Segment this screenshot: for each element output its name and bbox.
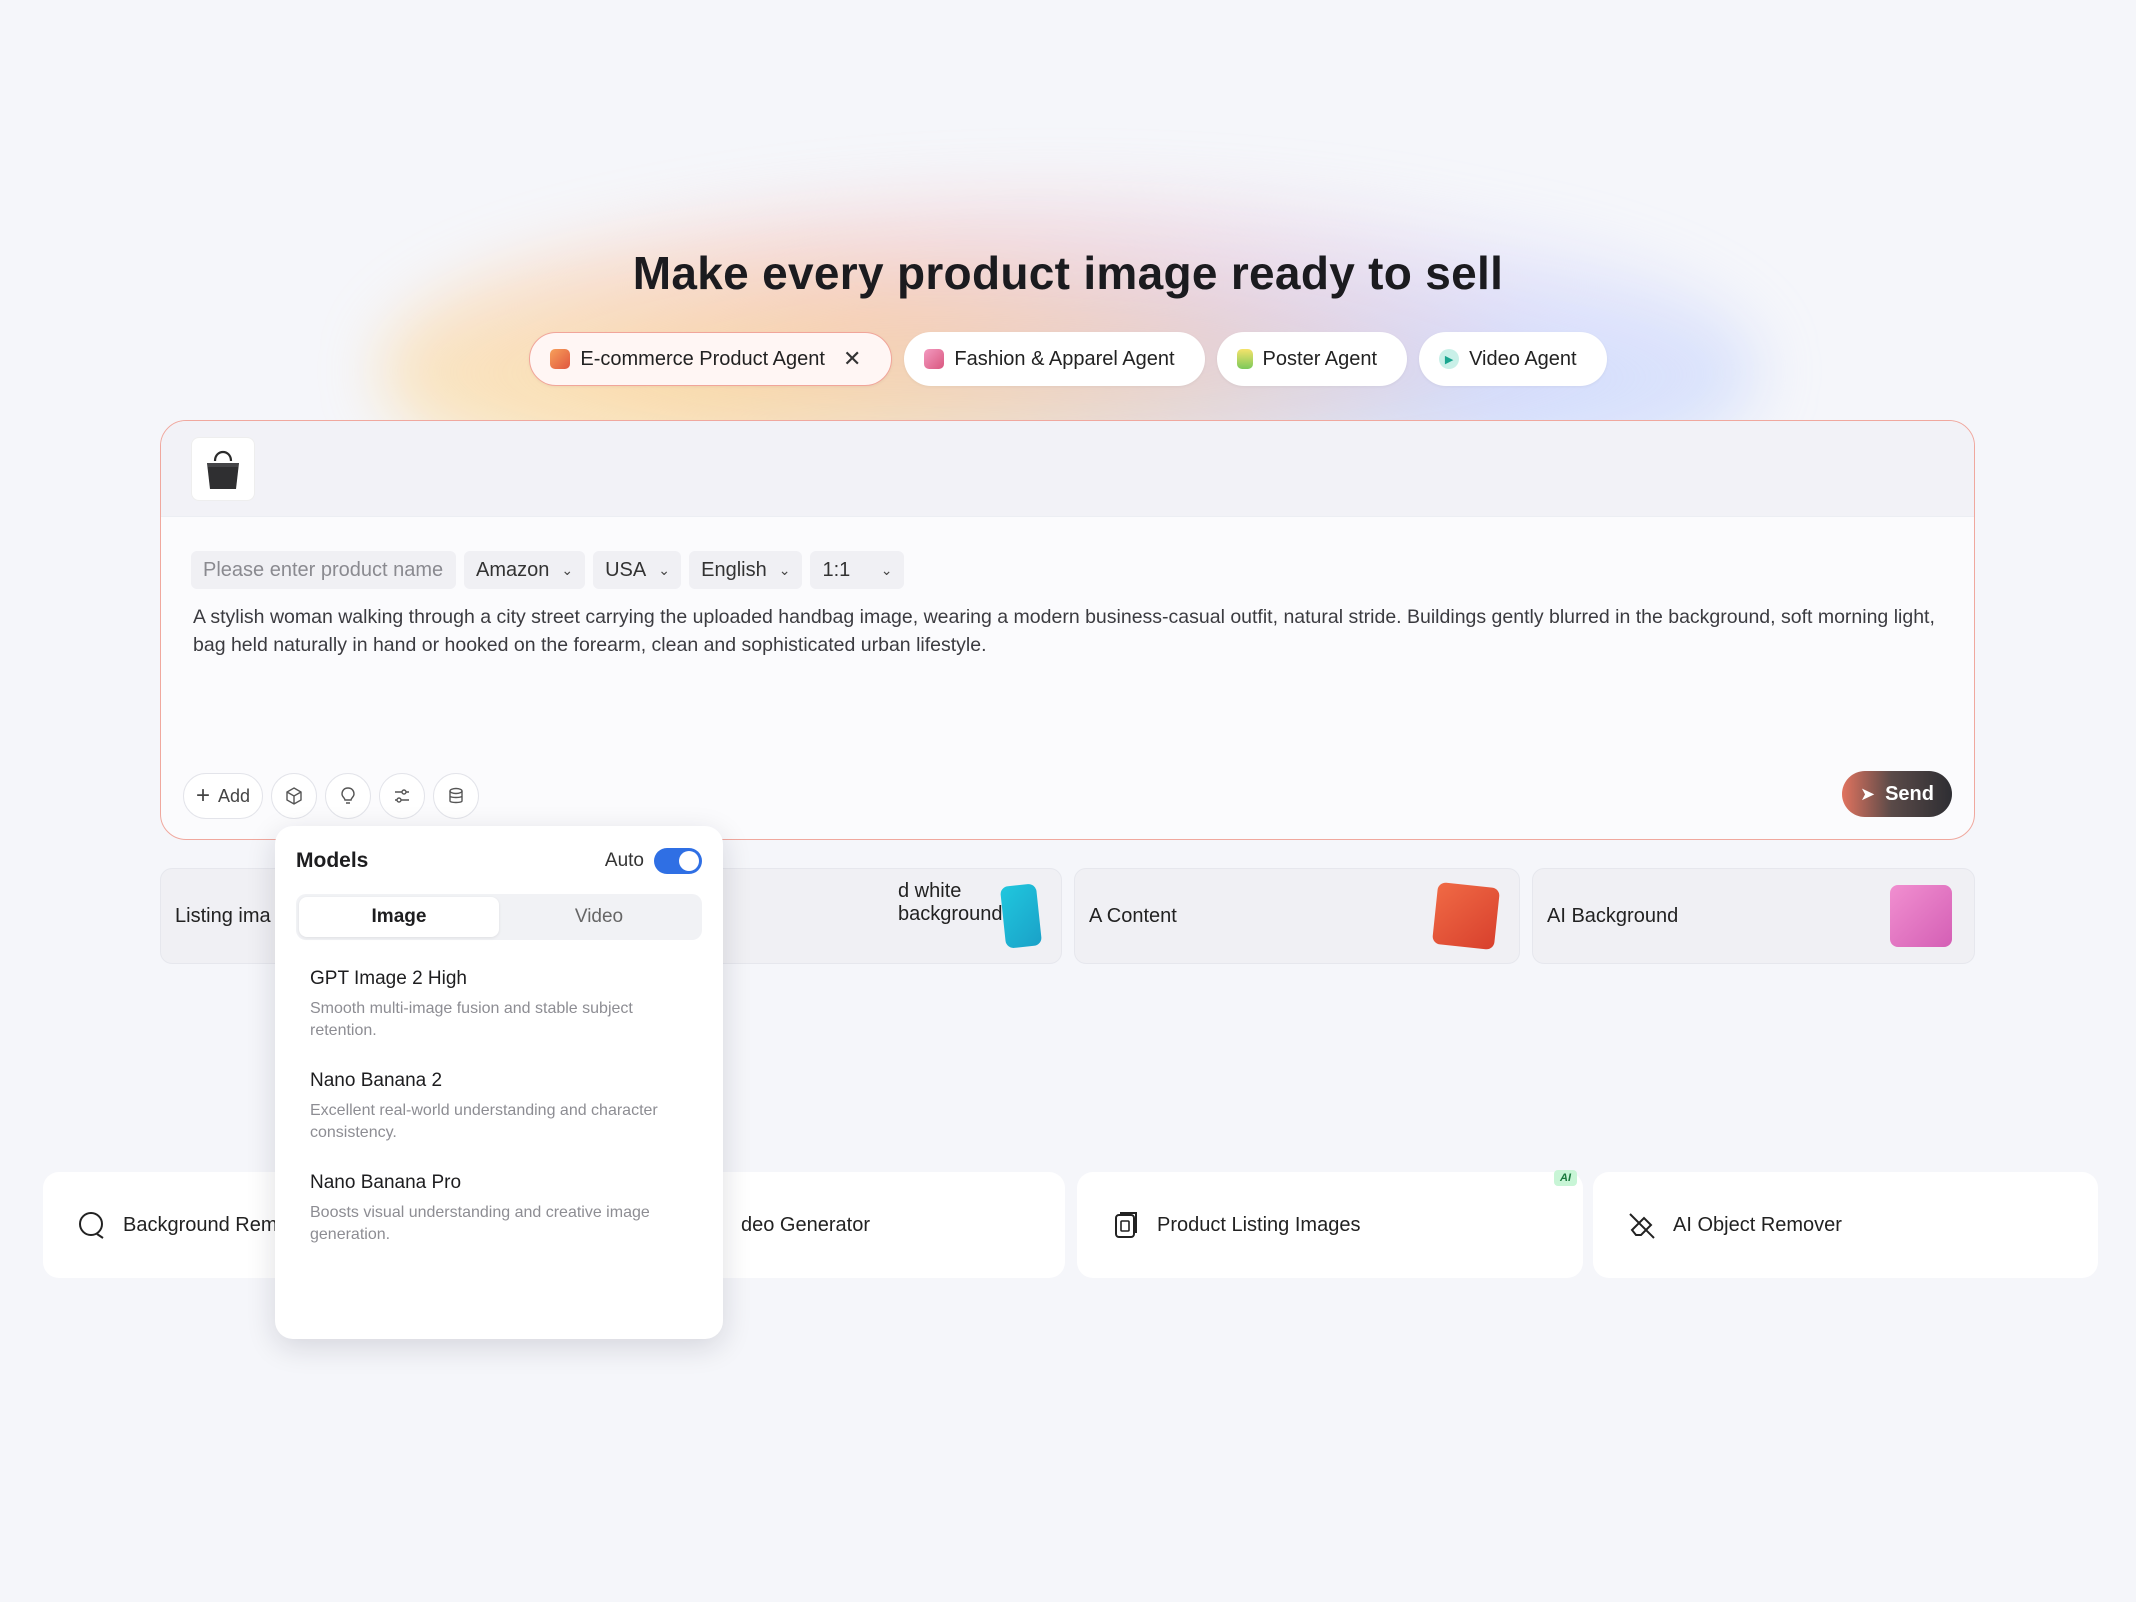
chip-ecommerce-agent[interactable]: E-commerce Product Agent ✕ (529, 332, 893, 386)
parameter-row: Please enter product name Amazon ⌄ USA ⌄… (191, 551, 905, 589)
cube-icon (286, 787, 302, 805)
template-card-a-content[interactable]: A Content (1074, 868, 1520, 964)
region-select[interactable]: USA ⌄ (593, 551, 682, 589)
tab-video[interactable]: Video (499, 897, 699, 937)
model-option-gpt-image-2-high[interactable]: GPT Image 2 High Smooth multi-image fusi… (296, 968, 702, 1042)
listing-icon (1115, 1212, 1137, 1238)
inspiration-button[interactable] (325, 773, 372, 819)
poster-icon (1236, 349, 1253, 369)
popup-header: Models Auto (296, 848, 702, 874)
product-name-input[interactable]: Please enter product name (191, 551, 456, 589)
chip-poster-agent[interactable]: Poster Agent (1216, 332, 1408, 386)
chip-fashion-agent[interactable]: Fashion & Apparel Agent (904, 332, 1205, 386)
chip-label: E-commerce Product Agent (580, 347, 825, 370)
handbag-image (207, 450, 239, 489)
agent-chips: E-commerce Product Agent ✕ Fashion & App… (0, 332, 2136, 386)
template-thumbnail (1431, 881, 1501, 951)
page-title: Make every product image ready to sell (632, 247, 1504, 299)
model-cube-button[interactable] (271, 773, 318, 819)
ai-badge: AI (1554, 1170, 1577, 1186)
popup-title: Models (296, 849, 369, 872)
auto-toggle[interactable] (654, 848, 702, 874)
prompt-composer: Please enter product name Amazon ⌄ USA ⌄… (160, 420, 1975, 840)
language-select[interactable]: English ⌄ (689, 551, 803, 589)
chevron-down-icon: ⌄ (880, 561, 893, 578)
add-button[interactable]: + Add (183, 773, 264, 819)
send-icon: ➤ (1860, 783, 1876, 804)
bg-remove-icon (79, 1212, 104, 1239)
shirt-icon (924, 349, 945, 369)
send-button[interactable]: ➤ Send (1842, 771, 1952, 817)
play-icon: ▶ (1439, 349, 1460, 369)
database-icon (449, 787, 463, 804)
library-button[interactable] (433, 773, 480, 819)
composer-toolbar: + Add (183, 773, 480, 819)
model-option-nano-banana-pro[interactable]: Nano Banana Pro Boosts visual understand… (296, 1172, 702, 1246)
chevron-down-icon: ⌄ (561, 561, 574, 578)
settings-button[interactable] (379, 773, 426, 819)
tab-image[interactable]: Image (299, 897, 499, 937)
platform-select[interactable]: Amazon ⌄ (464, 551, 586, 589)
close-icon[interactable]: ✕ (843, 346, 861, 372)
uploaded-product-thumbnail[interactable] (191, 437, 255, 501)
upload-area (161, 421, 1974, 517)
chevron-down-icon: ⌄ (658, 561, 670, 578)
chip-video-agent[interactable]: ▶ Video Agent (1419, 332, 1607, 386)
template-thumbnail (999, 883, 1043, 949)
template-card-ai-background[interactable]: AI Background (1532, 868, 1975, 964)
ratio-select[interactable]: 1:1 ⌄ (810, 551, 905, 589)
chevron-down-icon: ⌄ (778, 561, 791, 578)
models-popup: Models Auto Image Video GPT Image 2 High… (275, 826, 723, 1339)
plus-icon: + (196, 782, 211, 809)
auto-toggle-group: Auto (605, 848, 702, 874)
tool-card-product-listing-images[interactable]: Product Listing Images AI (1077, 1170, 1583, 1278)
chip-label: Poster Agent (1262, 347, 1378, 370)
chip-label: Video Agent (1469, 347, 1577, 370)
chip-label: Fashion & Apparel Agent (954, 347, 1175, 370)
prompt-text[interactable]: A stylish woman walking through a city s… (193, 603, 1944, 659)
eraser-icon (1629, 1213, 1655, 1239)
sofa-icon (550, 349, 571, 369)
lightbulb-icon (341, 787, 355, 804)
model-type-tabs: Image Video (296, 894, 702, 940)
tool-card-ai-object-remover[interactable]: AI Object Remover (1593, 1172, 2098, 1278)
page: { "hero": { "title": "Make every product… (0, 0, 2136, 1602)
model-option-nano-banana-2[interactable]: Nano Banana 2 Excellent real-world under… (296, 1070, 702, 1144)
sliders-icon (395, 789, 410, 803)
template-thumbnail (1890, 885, 1952, 947)
